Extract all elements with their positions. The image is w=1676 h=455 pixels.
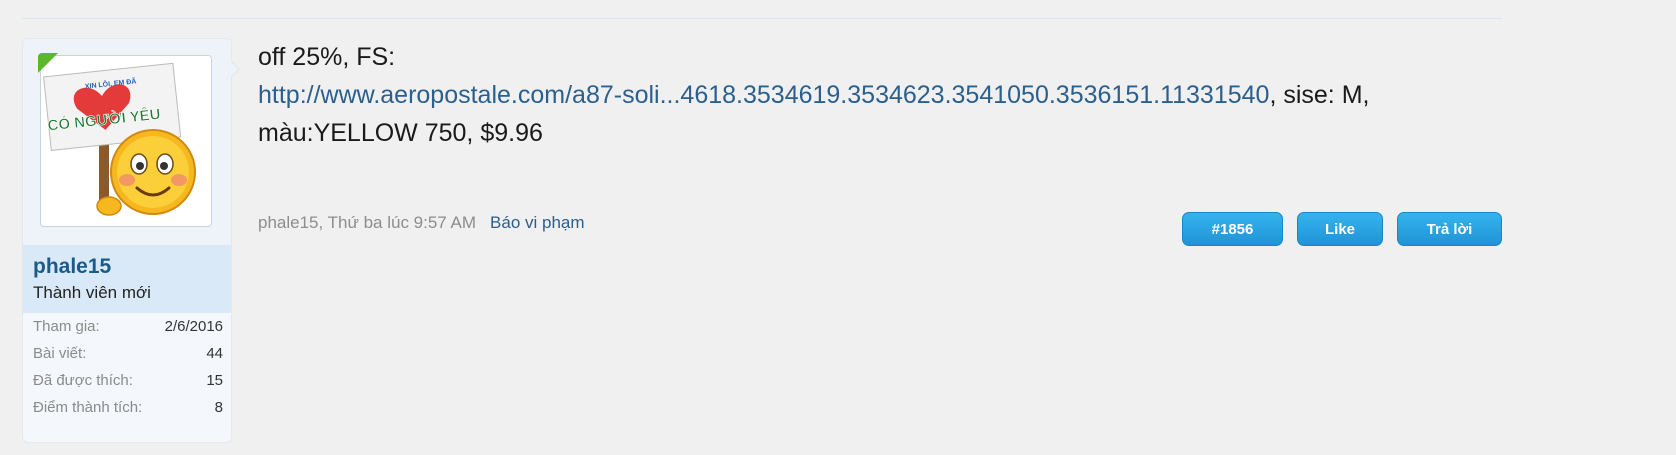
user-title: Thành viên mới — [33, 283, 151, 302]
post-author-time[interactable]: phale15, Thứ ba lúc 9:57 AM — [258, 213, 476, 232]
avatar-area: XIN LỖI, EM ĐÃ CÓ NGƯỜI YÊU — [23, 39, 231, 245]
online-indicator-icon — [38, 53, 58, 73]
user-card: XIN LỖI, EM ĐÃ CÓ NGƯỜI YÊU phale15 Thàn… — [22, 38, 232, 443]
like-button[interactable]: Like — [1297, 212, 1383, 246]
stat-row-trophy-points: Điểm thành tích: 8 — [23, 394, 231, 421]
forum-post: XIN LỖI, EM ĐÃ CÓ NGƯỜI YÊU phale15 Thàn… — [22, 38, 1502, 443]
avatar-image: XIN LỖI, EM ĐÃ CÓ NGƯỜI YÊU — [41, 56, 211, 226]
stat-row-posts: Bài viết: 44 — [23, 340, 231, 367]
message-line-2: http://www.aeropostale.com/a87-soli...46… — [258, 76, 1478, 114]
message-line-1: off 25%, FS: — [258, 43, 396, 71]
post-number-button[interactable]: #1856 — [1182, 212, 1283, 246]
stat-value: 2/6/2016 — [164, 318, 223, 335]
top-divider — [22, 18, 1502, 19]
stat-value[interactable]: 8 — [215, 394, 223, 421]
product-link[interactable]: http://www.aeropostale.com/a87-soli...46… — [258, 81, 1269, 109]
avatar[interactable]: XIN LỖI, EM ĐÃ CÓ NGƯỜI YÊU — [40, 55, 212, 227]
stat-label: Đã được thích: — [33, 372, 133, 389]
report-link[interactable]: Báo vi phạm — [490, 213, 585, 232]
post-actions: #1856 Like Trả lời — [1182, 212, 1502, 246]
reply-button[interactable]: Trả lời — [1397, 212, 1502, 246]
username-link[interactable]: phale15 — [33, 255, 111, 279]
stat-row-joined: Tham gia: 2/6/2016 — [23, 313, 231, 340]
user-card-arrow-inner — [230, 61, 238, 77]
stat-row-likes: Đã được thích: 15 — [23, 367, 231, 394]
stat-label: Bài viết: — [33, 345, 87, 362]
user-name-area: phale15 Thành viên mới — [23, 245, 231, 313]
stat-label: Điểm thành tích: — [33, 399, 143, 416]
post-meta: phale15, Thứ ba lúc 9:57 AM Báo vi phạm — [258, 213, 585, 233]
user-stats: Tham gia: 2/6/2016 Bài viết: 44 Đã được … — [23, 313, 231, 421]
message-line-3: màu:YELLOW 750, $9.96 — [258, 119, 543, 147]
stat-value[interactable]: 44 — [206, 340, 223, 367]
stat-value: 15 — [206, 372, 223, 389]
message-size-text: , sise: M, — [1269, 81, 1370, 109]
message-content: off 25%, FS: http://www.aeropostale.com/… — [258, 38, 1478, 152]
stat-label: Tham gia: — [33, 318, 100, 335]
